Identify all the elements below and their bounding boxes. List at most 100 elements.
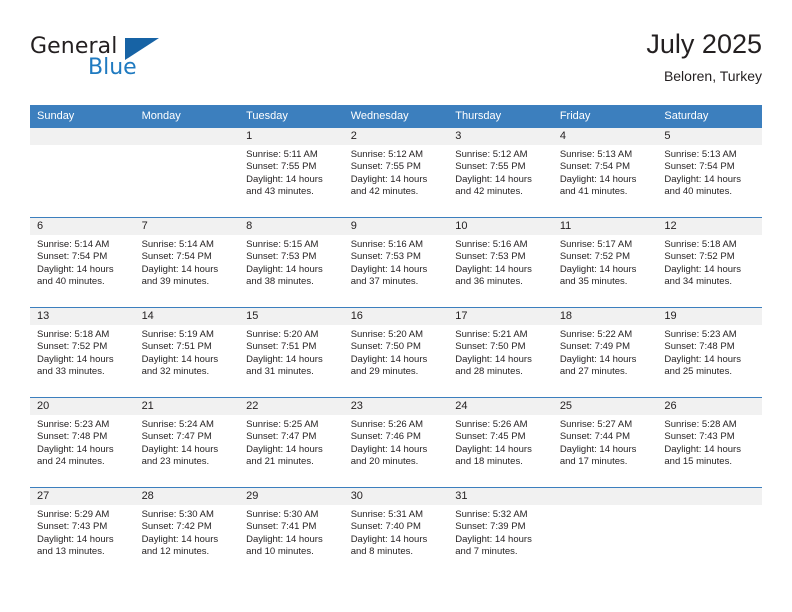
calendar-day-cell[interactable]: 12 Sunrise: 5:18 AM Sunset: 7:52 PM Dayligh…	[657, 217, 762, 308]
day-sun-info: Sunrise: 5:20 AM Sunset: 7:50 PM Daylight:…	[344, 325, 449, 379]
calendar-day-cell[interactable]: 21 Sunrise: 5:24 AM Sunset: 7:47 PM Dayligh…	[134, 397, 240, 488]
calendar-day-cell[interactable]: 2 Sunrise: 5:12 AM Sunset: 7:55 PM Daylight…	[343, 127, 449, 218]
daylight-duration-line2: and 12 minutes.	[141, 546, 210, 558]
calendar-day-cell[interactable]: 22 Sunrise: 5:25 AM Sunset: 7:47 PM Dayligh…	[239, 397, 344, 488]
calendar-day-cell[interactable]: 26 Sunrise: 5:28 AM Sunset: 7:43 PM Dayligh…	[657, 397, 762, 488]
calendar-day-cell[interactable]: 31 Sunrise: 5:32 AM Sunset: 7:39 PM Dayligh…	[448, 487, 553, 577]
day-cell-inner: 26 Sunrise: 5:28 AM Sunset: 7:43 PM Dayligh…	[657, 398, 762, 487]
day-number: 13	[30, 308, 135, 325]
daylight-duration-line1: Daylight: 14 hours	[559, 443, 637, 455]
day-cell-inner: 25 Sunrise: 5:27 AM Sunset: 7:44 PM Dayligh…	[552, 398, 658, 487]
day-sun-info: Sunrise: 5:19 AM Sunset: 7:51 PM Daylight:…	[135, 325, 240, 379]
day-sun-info: Sunrise: 5:22 AM Sunset: 7:49 PM Daylight:…	[553, 325, 658, 379]
calendar-day-cell[interactable]: 8 Sunrise: 5:15 AM Sunset: 7:53 PM Daylight…	[239, 217, 344, 308]
day-cell-inner: 16 Sunrise: 5:20 AM Sunset: 7:50 PM Dayligh…	[343, 308, 449, 397]
daylight-duration-line1: Daylight: 14 hours	[559, 263, 637, 275]
day-cell-inner	[30, 128, 135, 217]
daylight-duration-line1: Daylight: 14 hours	[664, 353, 741, 365]
day-cell-inner: 1 Sunrise: 5:11 AM Sunset: 7:55 PM Daylight…	[239, 128, 344, 217]
calendar-day-cell[interactable]: 27 Sunrise: 5:29 AM Sunset: 7:43 PM Dayligh…	[30, 487, 135, 577]
sunrise-time: Sunrise: 5:24 AM	[141, 419, 214, 430]
calendar-week-row: 13 Sunrise: 5:18 AM Sunset: 7:52 PM Dayligh…	[30, 307, 762, 398]
day-cell-inner	[134, 128, 240, 217]
daylight-duration-line1: Daylight: 14 hours	[141, 533, 219, 545]
calendar-week-row: 27 Sunrise: 5:29 AM Sunset: 7:43 PM Dayligh…	[30, 487, 762, 577]
day-number: 2	[343, 128, 449, 145]
day-cell-inner: 7 Sunrise: 5:14 AM Sunset: 7:54 PM Daylight…	[134, 218, 240, 307]
calendar-day-cell[interactable]: 14 Sunrise: 5:19 AM Sunset: 7:51 PM Dayligh…	[134, 307, 240, 398]
calendar-day-cell[interactable]: 15 Sunrise: 5:20 AM Sunset: 7:51 PM Dayligh…	[239, 307, 344, 398]
calendar-day-cell[interactable]: 23 Sunrise: 5:26 AM Sunset: 7:46 PM Dayligh…	[343, 397, 449, 488]
sunset-time: Sunset: 7:49 PM	[559, 341, 631, 353]
day-cell-inner: 21 Sunrise: 5:24 AM Sunset: 7:47 PM Dayligh…	[134, 398, 240, 487]
sunrise-time: Sunrise: 5:20 AM	[350, 329, 424, 340]
day-cell-inner: 5 Sunrise: 5:13 AM Sunset: 7:54 PM Daylight…	[657, 128, 762, 217]
day-cell-inner: 10 Sunrise: 5:16 AM Sunset: 7:53 PM Dayligh…	[448, 218, 553, 307]
sunrise-time: Sunrise: 5:13 AM	[559, 149, 633, 160]
daylight-duration-line2: and 38 minutes.	[246, 276, 314, 288]
day-number: 6	[30, 218, 135, 235]
day-sun-info: Sunrise: 5:14 AM Sunset: 7:54 PM Daylight:…	[30, 235, 135, 289]
day-number: 3	[448, 128, 553, 145]
daylight-duration-line2: and 17 minutes.	[559, 456, 628, 468]
day-number: 12	[657, 218, 762, 235]
day-number: 9	[343, 218, 449, 235]
calendar-day-cell[interactable]: 10 Sunrise: 5:16 AM Sunset: 7:53 PM Dayligh…	[448, 217, 553, 308]
day-cell-inner: 24 Sunrise: 5:26 AM Sunset: 7:45 PM Dayligh…	[448, 398, 553, 487]
sunset-time: Sunset: 7:43 PM	[664, 431, 735, 443]
day-cell-inner: 31 Sunrise: 5:32 AM Sunset: 7:39 PM Dayligh…	[448, 488, 553, 577]
weekday-header-saturday: Saturday	[657, 105, 762, 128]
daylight-duration-line1: Daylight: 14 hours	[37, 353, 114, 365]
day-cell-inner: 6 Sunrise: 5:14 AM Sunset: 7:54 PM Daylight…	[30, 218, 135, 307]
daylight-duration-line1: Daylight: 14 hours	[664, 443, 741, 455]
daylight-duration-line1: Daylight: 14 hours	[559, 353, 637, 365]
day-number: 19	[657, 308, 762, 325]
calendar-day-cell[interactable]: 4 Sunrise: 5:13 AM Sunset: 7:54 PM Daylight…	[552, 127, 658, 218]
daylight-duration-line1: Daylight: 14 hours	[141, 263, 219, 275]
daylight-duration-line1: Daylight: 14 hours	[37, 263, 114, 275]
daylight-duration-line2: and 40 minutes.	[37, 276, 105, 288]
calendar-day-cell[interactable]: 16 Sunrise: 5:20 AM Sunset: 7:50 PM Dayligh…	[343, 307, 449, 398]
calendar-day-cell[interactable]: 25 Sunrise: 5:27 AM Sunset: 7:44 PM Dayligh…	[552, 397, 658, 488]
daylight-duration-line2: and 15 minutes.	[664, 456, 732, 468]
day-cell-inner: 20 Sunrise: 5:23 AM Sunset: 7:48 PM Dayligh…	[30, 398, 135, 487]
calendar-day-cell[interactable]: 5 Sunrise: 5:13 AM Sunset: 7:54 PM Daylight…	[657, 127, 762, 218]
day-cell-inner: 4 Sunrise: 5:13 AM Sunset: 7:54 PM Daylight…	[552, 128, 658, 217]
calendar-day-cell[interactable]: 24 Sunrise: 5:26 AM Sunset: 7:45 PM Dayligh…	[448, 397, 553, 488]
calendar-day-cell[interactable]: 1 Sunrise: 5:11 AM Sunset: 7:55 PM Daylight…	[239, 127, 344, 218]
day-cell-inner: 2 Sunrise: 5:12 AM Sunset: 7:55 PM Daylight…	[343, 128, 449, 217]
day-number: 20	[30, 398, 135, 415]
daylight-duration-line2: and 25 minutes.	[664, 366, 732, 378]
calendar-day-cell[interactable]: 3 Sunrise: 5:12 AM Sunset: 7:55 PM Daylight…	[448, 127, 553, 218]
daylight-duration-line2: and 23 minutes.	[141, 456, 210, 468]
day-number: 18	[552, 308, 658, 325]
day-cell-inner: 19 Sunrise: 5:23 AM Sunset: 7:48 PM Dayligh…	[657, 308, 762, 397]
day-number: 25	[552, 398, 658, 415]
calendar-day-cell[interactable]: 19 Sunrise: 5:23 AM Sunset: 7:48 PM Dayligh…	[657, 307, 762, 398]
calendar-day-cell[interactable]: 18 Sunrise: 5:22 AM Sunset: 7:49 PM Dayligh…	[552, 307, 658, 398]
sunset-time: Sunset: 7:53 PM	[455, 251, 526, 263]
daylight-duration-line2: and 42 minutes.	[455, 186, 523, 198]
sunset-time: Sunset: 7:55 PM	[350, 161, 421, 173]
daylight-duration-line1: Daylight: 14 hours	[559, 173, 637, 185]
calendar-day-cell[interactable]: 9 Sunrise: 5:16 AM Sunset: 7:53 PM Daylight…	[343, 217, 449, 308]
calendar-day-cell[interactable]: 7 Sunrise: 5:14 AM Sunset: 7:54 PM Daylight…	[134, 217, 240, 308]
calendar-day-cell[interactable]: 6 Sunrise: 5:14 AM Sunset: 7:54 PM Daylight…	[30, 217, 135, 308]
calendar-day-cell[interactable]: 13 Sunrise: 5:18 AM Sunset: 7:52 PM Dayligh…	[30, 307, 135, 398]
calendar-day-cell[interactable]: 17 Sunrise: 5:21 AM Sunset: 7:50 PM Dayligh…	[448, 307, 553, 398]
day-number: 24	[448, 398, 553, 415]
sunset-time: Sunset: 7:39 PM	[455, 521, 526, 533]
daylight-duration-line1: Daylight: 14 hours	[37, 443, 114, 455]
daylight-duration-line1: Daylight: 14 hours	[141, 443, 219, 455]
day-sun-info: Sunrise: 5:16 AM Sunset: 7:53 PM Daylight:…	[448, 235, 553, 289]
day-cell-inner: 23 Sunrise: 5:26 AM Sunset: 7:46 PM Dayligh…	[343, 398, 449, 487]
sunrise-time: Sunrise: 5:23 AM	[664, 329, 737, 340]
calendar-day-cell[interactable]: 20 Sunrise: 5:23 AM Sunset: 7:48 PM Dayligh…	[30, 397, 135, 488]
calendar-day-cell[interactable]: 28 Sunrise: 5:30 AM Sunset: 7:42 PM Dayligh…	[134, 487, 240, 577]
day-cell-inner: 29 Sunrise: 5:30 AM Sunset: 7:41 PM Dayligh…	[239, 488, 344, 577]
daylight-duration-line2: and 18 minutes.	[455, 456, 523, 468]
calendar-day-cell[interactable]: 29 Sunrise: 5:30 AM Sunset: 7:41 PM Dayligh…	[239, 487, 344, 577]
calendar-day-cell[interactable]: 11 Sunrise: 5:17 AM Sunset: 7:52 PM Dayligh…	[552, 217, 658, 308]
daylight-duration-line2: and 39 minutes.	[141, 276, 210, 288]
calendar-day-cell[interactable]: 30 Sunrise: 5:31 AM Sunset: 7:40 PM Dayligh…	[343, 487, 449, 577]
